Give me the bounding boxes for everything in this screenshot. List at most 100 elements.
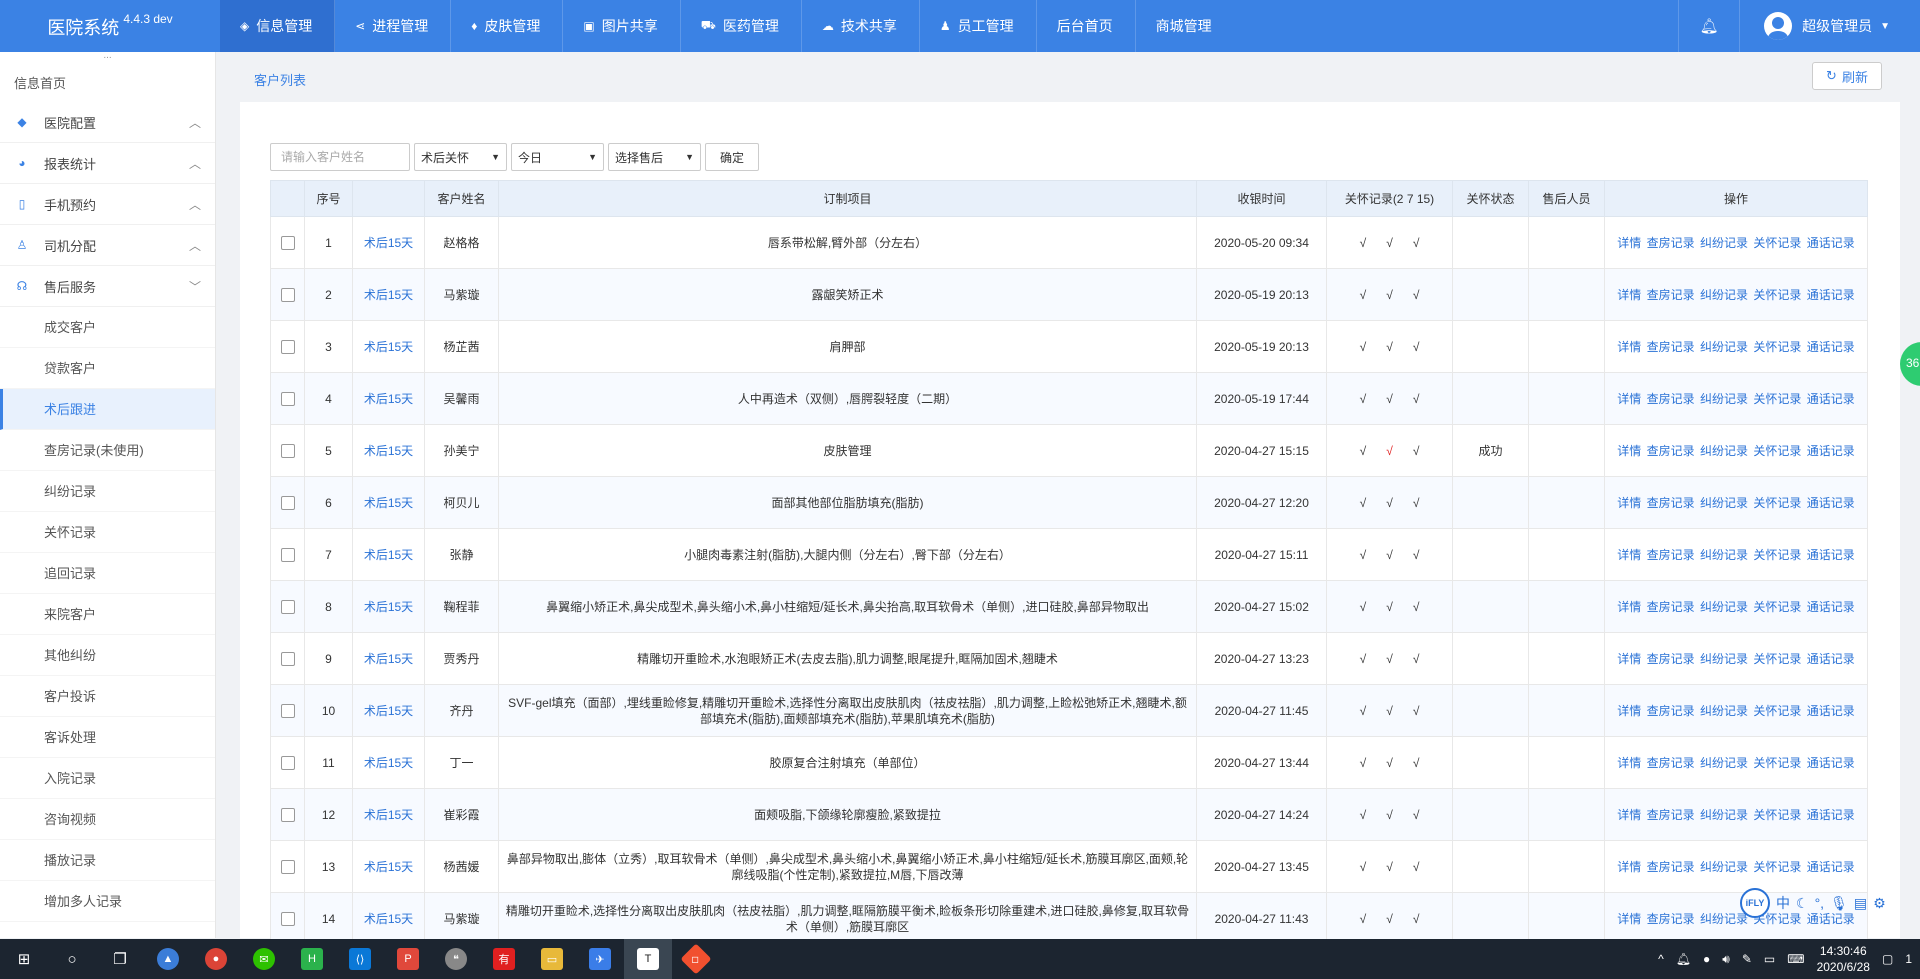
row-tag-link[interactable]: 术后15天 — [352, 736, 425, 789]
row-tag-link[interactable]: 术后15天 — [352, 580, 425, 633]
sidebar-collapse-handle[interactable]: ... — [0, 52, 215, 66]
windows-start-icon[interactable]: ⊞ — [0, 939, 48, 979]
row-tag-link[interactable]: 术后15天 — [352, 320, 425, 373]
action-link[interactable]: 查房记录 — [1647, 236, 1695, 250]
action-link[interactable]: 关怀记录 — [1753, 548, 1801, 562]
action-link[interactable]: 通话记录 — [1807, 392, 1855, 406]
action-link[interactable]: 查房记录 — [1647, 912, 1695, 926]
sidebar-item-add-multi-records[interactable]: 增加多人记录 — [0, 881, 215, 922]
nav-medicine-management[interactable]: ⛟ 医药管理 — [681, 0, 802, 52]
sidebar-item-complaints[interactable]: 客户投诉 — [0, 676, 215, 717]
action-link[interactable]: 查房记录 — [1647, 704, 1695, 718]
nav-tech-share[interactable]: ☁ 技术共享 — [802, 0, 920, 52]
row-checkbox[interactable] — [280, 235, 295, 250]
table-row[interactable]: 5 术后15天 孙美宁 皮肤管理 2020-04-27 15:15 √ √ √ 成功 详情 查… — [270, 424, 1868, 477]
row-checkbox[interactable] — [280, 755, 295, 770]
action-link[interactable]: 详情 — [1617, 756, 1641, 770]
sidebar-group-mobile-booking[interactable]: ▯ 手机预约 ︿ — [0, 184, 215, 225]
refresh-button[interactable]: ↻ 刷新 — [1812, 62, 1882, 90]
sidebar-group-driver-assign[interactable]: ♙ 司机分配 ︿ — [0, 225, 215, 266]
gear-icon[interactable]: ⚙ — [1873, 895, 1886, 912]
action-link[interactable]: 通话记录 — [1807, 288, 1855, 302]
action-link[interactable]: 关怀记录 — [1753, 496, 1801, 510]
bell-icon[interactable]: 🔔︎ — [1678, 0, 1741, 52]
row-tag-link[interactable]: 术后15天 — [352, 788, 425, 841]
action-link[interactable]: 通话记录 — [1807, 860, 1855, 874]
action-link[interactable]: 查房记录 — [1647, 548, 1695, 562]
action-link[interactable]: 查房记录 — [1647, 860, 1695, 874]
action-link[interactable]: 纠纷记录 — [1700, 756, 1748, 770]
table-row[interactable]: 13 术后15天 杨茜媛 鼻部异物取出,膨体（立秀）,取耳软骨术（单侧）,鼻尖成型术,… — [270, 840, 1868, 893]
action-link[interactable]: 纠纷记录 — [1700, 288, 1748, 302]
action-link[interactable]: 详情 — [1617, 600, 1641, 614]
action-link[interactable]: 查房记录 — [1647, 600, 1695, 614]
nav-skin-management[interactable]: ♦ 皮肤管理 — [451, 0, 564, 52]
task-view-icon[interactable]: ❐ — [96, 939, 144, 979]
security-icon[interactable]: ● — [1703, 952, 1710, 966]
chevron-up-icon[interactable]: ^ — [1658, 952, 1664, 966]
nav-mall-management[interactable]: 商城管理 — [1136, 0, 1234, 52]
sidebar-group-aftersales[interactable]: ☊ 售后服务 ﹀ — [0, 266, 215, 307]
sidebar-item-consult-videos[interactable]: 咨询视频 — [0, 799, 215, 840]
action-link[interactable]: 纠纷记录 — [1700, 340, 1748, 354]
action-link[interactable]: 详情 — [1617, 236, 1641, 250]
row-tag-link[interactable]: 术后15天 — [352, 216, 425, 269]
row-checkbox[interactable] — [280, 443, 295, 458]
youdao-icon[interactable]: 有 — [480, 939, 528, 979]
sidebar-item-loan-customers[interactable]: 贷款客户 — [0, 348, 215, 389]
ppt-icon[interactable]: P — [384, 939, 432, 979]
sidebar-item-complaint-handling[interactable]: 客诉处理 — [0, 717, 215, 758]
notification-count[interactable]: 1 — [1905, 952, 1912, 966]
pen-icon[interactable]: ✎ — [1742, 952, 1752, 966]
table-row[interactable]: 2 术后15天 马紫璇 露龈笑矫正术 2020-05-19 20:13 √ √ √ 详情 查… — [270, 268, 1868, 321]
row-tag-link[interactable]: 术后15天 — [352, 892, 425, 945]
row-checkbox[interactable] — [280, 391, 295, 406]
action-link[interactable]: 通话记录 — [1807, 756, 1855, 770]
row-checkbox[interactable] — [280, 703, 295, 718]
customer-name-input[interactable] — [270, 143, 410, 171]
row-checkbox[interactable] — [280, 339, 295, 354]
row-tag-link[interactable]: 术后15天 — [352, 372, 425, 425]
system-clock[interactable]: 14:30:46 2020/6/28 — [1817, 943, 1870, 975]
sidebar-group-reports[interactable]: ◕ 报表统计 ︿ — [0, 143, 215, 184]
ime-mode[interactable]: 中 — [1776, 893, 1790, 913]
row-checkbox[interactable] — [280, 495, 295, 510]
wechat-icon[interactable]: ✉ — [240, 939, 288, 979]
table-row[interactable]: 10 术后15天 齐丹 SVF-gel填充（面部）,埋线重睑修复,精雕切开重睑术,选择… — [270, 684, 1868, 737]
sidebar-item-care-records[interactable]: 关怀记录 — [0, 512, 215, 553]
moon-icon[interactable]: ☾ — [1796, 895, 1809, 912]
breadcrumb[interactable]: 客户列表 — [254, 70, 306, 89]
action-link[interactable]: 关怀记录 — [1753, 288, 1801, 302]
punctuation-icon[interactable]: °, — [1815, 895, 1825, 911]
sidebar-item-postop-followup[interactable]: 术后跟进 — [0, 389, 215, 430]
action-link[interactable]: 查房记录 — [1647, 652, 1695, 666]
date-range-select[interactable]: 今日 ▼ — [511, 143, 604, 171]
table-row[interactable]: 8 术后15天 鞠程菲 鼻翼缩小矫正术,鼻尖成型术,鼻头缩小术,鼻小柱缩短/延长术,鼻… — [270, 580, 1868, 633]
nav-process-management[interactable]: ⋖ 进程管理 — [335, 0, 452, 52]
care-type-select[interactable]: 术后关怀 ▼ — [414, 143, 507, 171]
action-link[interactable]: 详情 — [1617, 392, 1641, 406]
action-link[interactable]: 查房记录 — [1647, 756, 1695, 770]
action-link[interactable]: 查房记录 — [1647, 340, 1695, 354]
row-checkbox[interactable] — [280, 859, 295, 874]
chat-icon[interactable]: ❝ — [432, 939, 480, 979]
action-link[interactable]: 详情 — [1617, 652, 1641, 666]
table-row[interactable]: 3 术后15天 杨芷茜 肩胛部 2020-05-19 20:13 √ √ √ 详情 查房记录… — [270, 320, 1868, 373]
row-checkbox[interactable] — [280, 651, 295, 666]
action-link[interactable]: 关怀记录 — [1753, 860, 1801, 874]
network-icon[interactable]: ▭ — [1764, 952, 1775, 966]
action-link[interactable]: 查房记录 — [1647, 444, 1695, 458]
row-checkbox[interactable] — [280, 807, 295, 822]
action-link[interactable]: 通话记录 — [1807, 236, 1855, 250]
action-link[interactable]: 关怀记录 — [1753, 808, 1801, 822]
action-link[interactable]: 详情 — [1617, 704, 1641, 718]
nav-info-management[interactable]: ◈ 信息管理 — [220, 0, 336, 52]
action-link[interactable]: 详情 — [1617, 444, 1641, 458]
sidebar-item-home[interactable]: 信息首页 — [0, 66, 215, 102]
sidebar-item-ward-rounds[interactable]: 查房记录(未使用) — [0, 430, 215, 471]
table-row[interactable]: 12 术后15天 崔彩霞 面颊吸脂,下颌缘轮廓瘦脸,紧致提拉 2020-04-27 14… — [270, 788, 1868, 841]
action-link[interactable]: 通话记录 — [1807, 704, 1855, 718]
action-link[interactable]: 通话记录 — [1807, 444, 1855, 458]
app-icon-triangle[interactable]: ▲ — [144, 939, 192, 979]
action-link[interactable]: 详情 — [1617, 548, 1641, 562]
